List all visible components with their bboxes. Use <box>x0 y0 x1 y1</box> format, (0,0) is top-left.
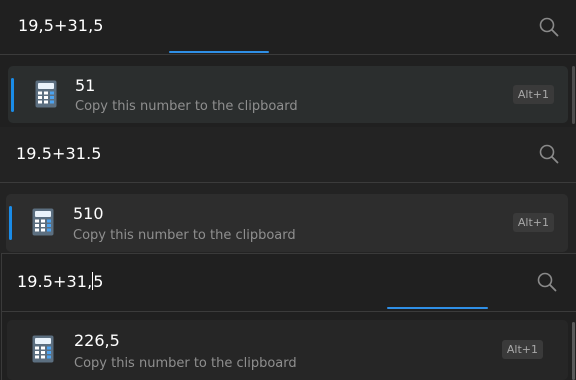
shortcut-badge: Alt+1 <box>512 85 554 104</box>
search-bar[interactable]: 19,5+31,5 <box>0 0 576 54</box>
launcher-panel-2: 19.5+31.5 510 Copy this number to the cl… <box>0 127 576 253</box>
selection-indicator <box>11 78 14 112</box>
search-bar[interactable]: 19.5+31.5 <box>0 127 576 181</box>
search-text-after-caret: 5 <box>93 272 104 291</box>
shortcut-badge: Alt+1 <box>501 340 543 359</box>
search-icon[interactable] <box>536 271 558 293</box>
result-item[interactable]: 51 Copy this number to the clipboard Alt… <box>8 66 568 123</box>
result-item[interactable]: 510 Copy this number to the clipboard Al… <box>6 194 568 252</box>
calculator-icon <box>35 80 57 108</box>
search-focus-underline <box>387 307 488 309</box>
launcher-panel-1: 19,5+31,5 51 Copy this number to the cli… <box>0 0 576 127</box>
divider <box>0 182 576 183</box>
result-value: 51 <box>75 76 96 95</box>
result-value: 510 <box>73 204 104 223</box>
search-text-before-caret: 19.5+31, <box>17 272 93 291</box>
scrollbar[interactable] <box>572 322 575 380</box>
search-focus-underline <box>169 51 269 53</box>
search-input[interactable]: 19.5+31.5 <box>16 144 102 163</box>
selection-indicator <box>9 206 12 240</box>
divider <box>2 311 576 312</box>
divider <box>0 54 576 55</box>
search-input[interactable]: 19,5+31,5 <box>18 16 104 35</box>
shortcut-badge: Alt+1 <box>512 213 554 232</box>
search-bar[interactable]: 19.5+31,5 <box>2 254 576 310</box>
search-icon[interactable] <box>538 143 560 165</box>
calculator-icon <box>32 335 54 363</box>
calculator-icon <box>32 208 54 236</box>
result-value: 226,5 <box>74 331 120 350</box>
launcher-panel-3: 19.5+31,5 226,5 Copy this number to the … <box>1 253 576 380</box>
search-icon[interactable] <box>538 16 560 38</box>
result-item[interactable]: 226,5 Copy this number to the clipboard … <box>7 320 568 380</box>
scrollbar[interactable] <box>572 66 575 124</box>
result-subtitle: Copy this number to the clipboard <box>74 356 297 371</box>
search-input[interactable]: 19.5+31,5 <box>17 272 104 291</box>
result-subtitle: Copy this number to the clipboard <box>75 99 298 114</box>
result-subtitle: Copy this number to the clipboard <box>73 228 296 243</box>
